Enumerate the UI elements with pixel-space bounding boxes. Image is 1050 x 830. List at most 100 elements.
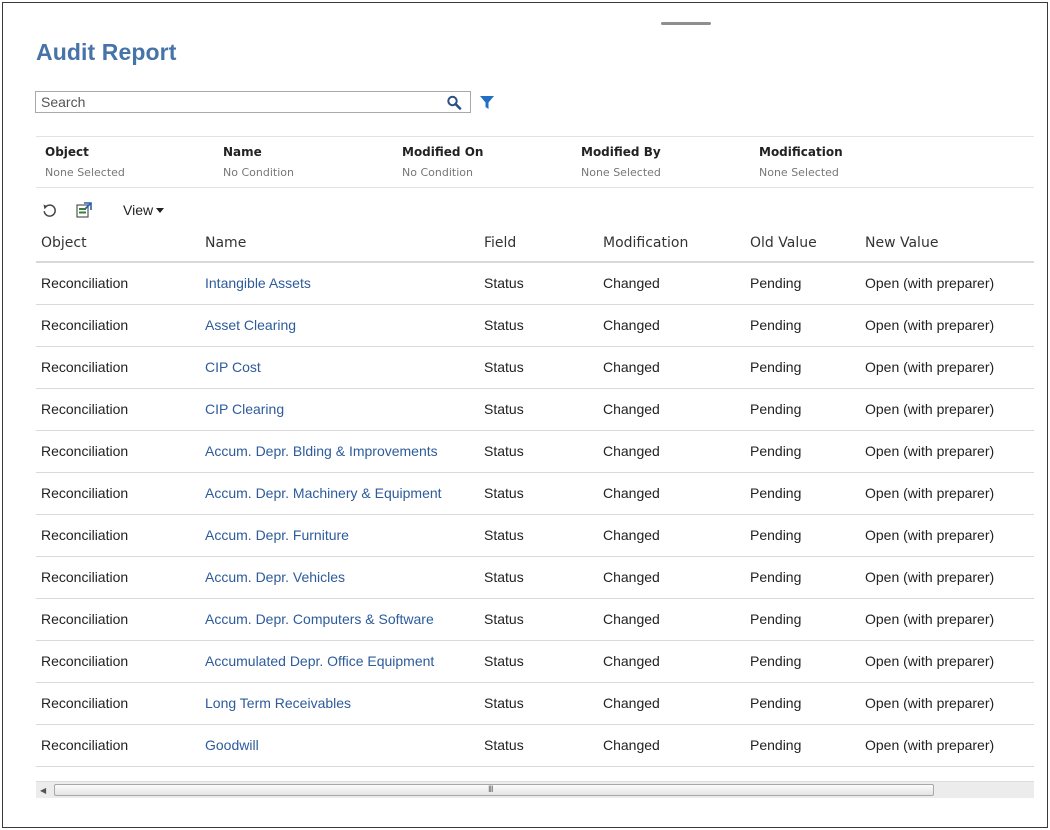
- record-link[interactable]: CIP Cost: [205, 359, 261, 375]
- table-row[interactable]: Reconciliation Goodwill Status Changed Pendi…: [36, 725, 1034, 767]
- table-row[interactable]: Reconciliation CIP Clearing Status Changed P…: [36, 389, 1034, 431]
- column-header-old-value[interactable]: Old Value: [750, 235, 817, 251]
- cell-object: Reconciliation: [41, 695, 129, 711]
- drag-handle[interactable]: [661, 22, 711, 25]
- table-row[interactable]: Reconciliation Accum. Depr. Blding & Impr…: [36, 431, 1034, 473]
- record-link[interactable]: Asset Clearing: [205, 317, 296, 333]
- record-link[interactable]: CIP Clearing: [205, 401, 284, 417]
- audit-report-panel: Audit Report Object None Selected Name N…: [2, 2, 1048, 828]
- cell-field: Status: [484, 359, 524, 375]
- table-row[interactable]: Reconciliation Intangible Assets Status Cha…: [36, 263, 1034, 305]
- column-header-new-value[interactable]: New Value: [865, 235, 938, 251]
- cell-old-value: Pending: [750, 401, 802, 417]
- filter-value: None Selected: [45, 166, 125, 179]
- cell-old-value: Pending: [750, 359, 802, 375]
- record-link[interactable]: Accum. Depr. Blding & Improvements: [205, 443, 438, 459]
- column-header-name[interactable]: Name: [205, 235, 246, 251]
- cell-field: Status: [484, 569, 524, 585]
- cell-field: Status: [484, 527, 524, 543]
- cell-object: Reconciliation: [41, 569, 129, 585]
- record-link[interactable]: Accumulated Depr. Office Equipment: [205, 653, 434, 669]
- search-box: [35, 91, 471, 113]
- record-link[interactable]: Accum. Depr. Computers & Software: [205, 611, 434, 627]
- cell-field: Status: [484, 485, 524, 501]
- cell-old-value: Pending: [750, 611, 802, 627]
- record-link[interactable]: Accum. Depr. Machinery & Equipment: [205, 485, 442, 501]
- table-row[interactable]: Reconciliation Accum. Depr. Computers & S…: [36, 599, 1034, 641]
- cell-modification: Changed: [603, 527, 660, 543]
- cell-modification: Changed: [603, 317, 660, 333]
- filter-value: None Selected: [581, 166, 661, 179]
- filter-modified-on[interactable]: Modified On No Condition: [402, 145, 483, 179]
- cell-modification: Changed: [603, 443, 660, 459]
- cell-field: Status: [484, 443, 524, 459]
- grip-icon: III: [488, 784, 493, 794]
- scroll-left-icon[interactable]: ◀: [40, 786, 46, 795]
- cell-new-value: Open (with preparer): [865, 317, 995, 333]
- cell-field: Status: [484, 737, 524, 753]
- column-header-field[interactable]: Field: [484, 235, 516, 251]
- filter-label: Modification: [759, 145, 843, 159]
- cell-new-value: Open (with preparer): [865, 359, 995, 375]
- horizontal-scrollbar[interactable]: ◀ III: [36, 781, 1034, 798]
- cell-object: Reconciliation: [41, 737, 129, 753]
- filter-icon[interactable]: [479, 95, 495, 110]
- export-icon[interactable]: [75, 201, 93, 219]
- audit-table: Object Name Field Modification Old Value…: [36, 225, 1034, 767]
- cell-modification: Changed: [603, 653, 660, 669]
- cell-new-value: Open (with preparer): [865, 737, 995, 753]
- cell-object: Reconciliation: [41, 443, 129, 459]
- cell-new-value: Open (with preparer): [865, 611, 995, 627]
- cell-modification: Changed: [603, 695, 660, 711]
- filter-modification[interactable]: Modification None Selected: [759, 145, 843, 179]
- record-link[interactable]: Intangible Assets: [205, 275, 311, 291]
- scrollbar-thumb[interactable]: III: [54, 784, 934, 796]
- cell-modification: Changed: [603, 611, 660, 627]
- cell-modification: Changed: [603, 359, 660, 375]
- filter-label: Name: [223, 145, 262, 159]
- column-header-object[interactable]: Object: [41, 235, 87, 251]
- filter-object[interactable]: Object None Selected: [45, 145, 125, 179]
- cell-new-value: Open (with preparer): [865, 443, 995, 459]
- filter-modified-by[interactable]: Modified By None Selected: [581, 145, 661, 179]
- table-row[interactable]: Reconciliation Long Term Receivables Statu…: [36, 683, 1034, 725]
- cell-new-value: Open (with preparer): [865, 401, 995, 417]
- table-row[interactable]: Reconciliation Asset Clearing Status Change…: [36, 305, 1034, 347]
- cell-object: Reconciliation: [41, 401, 129, 417]
- filter-label: Modified By: [581, 145, 661, 159]
- search-input[interactable]: [36, 92, 436, 112]
- cell-new-value: Open (with preparer): [865, 695, 995, 711]
- table-row[interactable]: Reconciliation Accumulated Depr. Office E…: [36, 641, 1034, 683]
- table-row[interactable]: Reconciliation Accum. Depr. Vehicles Statu…: [36, 557, 1034, 599]
- table-row[interactable]: Reconciliation CIP Cost Status Changed Pendi…: [36, 347, 1034, 389]
- cell-field: Status: [484, 695, 524, 711]
- filter-value: None Selected: [759, 166, 839, 179]
- cell-object: Reconciliation: [41, 485, 129, 501]
- cell-new-value: Open (with preparer): [865, 485, 995, 501]
- cell-field: Status: [484, 275, 524, 291]
- cell-field: Status: [484, 611, 524, 627]
- cell-old-value: Pending: [750, 569, 802, 585]
- record-link[interactable]: Long Term Receivables: [205, 695, 351, 711]
- cell-object: Reconciliation: [41, 527, 129, 543]
- cell-new-value: Open (with preparer): [865, 653, 995, 669]
- chevron-down-icon: [156, 207, 165, 213]
- record-link[interactable]: Accum. Depr. Vehicles: [205, 569, 345, 585]
- table-body: Reconciliation Intangible Assets Status Cha…: [36, 263, 1034, 767]
- record-link[interactable]: Goodwill: [205, 737, 259, 753]
- cell-field: Status: [484, 317, 524, 333]
- search-icon[interactable]: [446, 95, 462, 110]
- column-header-modification[interactable]: Modification: [603, 235, 688, 251]
- view-menu[interactable]: View: [123, 202, 165, 218]
- cell-old-value: Pending: [750, 737, 802, 753]
- cell-old-value: Pending: [750, 695, 802, 711]
- cell-modification: Changed: [603, 275, 660, 291]
- cell-object: Reconciliation: [41, 359, 129, 375]
- filter-name[interactable]: Name No Condition: [223, 145, 294, 179]
- refresh-icon[interactable]: [42, 203, 57, 218]
- filter-value: No Condition: [223, 166, 294, 179]
- table-row[interactable]: Reconciliation Accum. Depr. Machinery & E…: [36, 473, 1034, 515]
- table-row[interactable]: Reconciliation Accum. Depr. Furniture Stat…: [36, 515, 1034, 557]
- record-link[interactable]: Accum. Depr. Furniture: [205, 527, 349, 543]
- table-header: Object Name Field Modification Old Value…: [36, 225, 1034, 263]
